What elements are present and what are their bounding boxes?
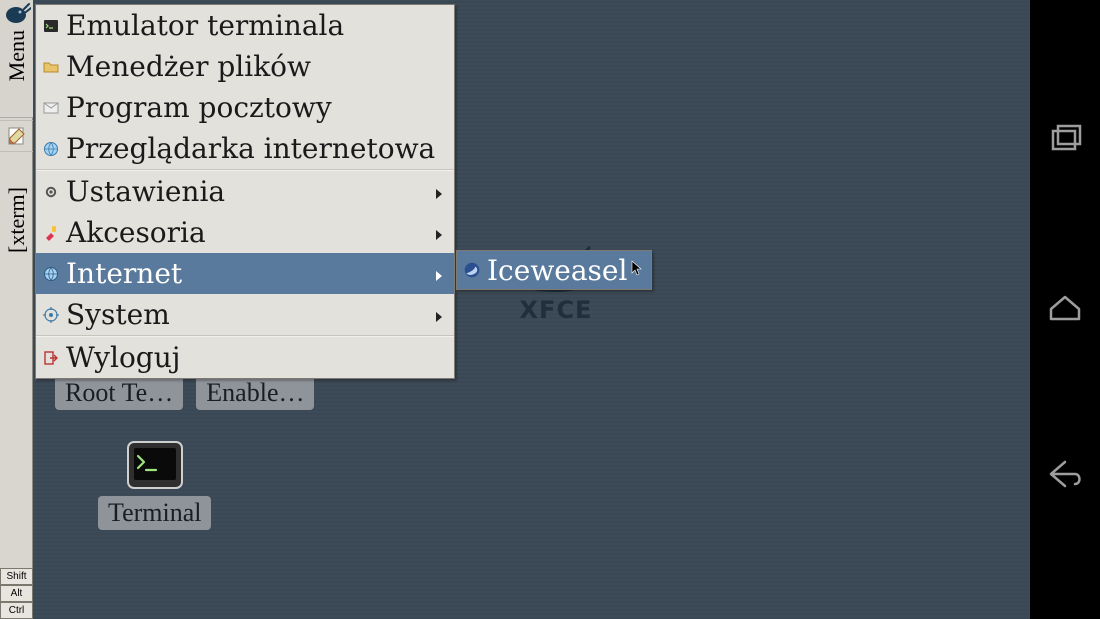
globe-icon <box>42 265 60 283</box>
shortcut-label: Enable… <box>196 375 314 410</box>
terminal-icon <box>42 17 60 35</box>
desktop-shortcut-terminal[interactable]: Terminal <box>98 440 211 530</box>
menu-item-terminal[interactable]: Emulator terminala <box>36 5 454 46</box>
menu-item-logout[interactable]: Wyloguj <box>36 337 454 378</box>
menu-item-browser[interactable]: Przeglądarka internetowa <box>36 128 454 169</box>
key-shift[interactable]: Shift <box>0 568 33 585</box>
xfce-mouse-icon <box>3 2 31 26</box>
terminal-icon <box>126 440 184 490</box>
chevron-right-icon <box>432 298 446 331</box>
logout-icon <box>42 349 60 367</box>
menu-item-settings[interactable]: Ustawienia <box>36 171 454 212</box>
menu-item-accessories[interactable]: Akcesoria <box>36 212 454 253</box>
shortcut-label: Terminal <box>98 496 211 530</box>
desktop-shortcut[interactable]: Root Te… <box>55 378 183 408</box>
menu-item-label: Ustawienia <box>66 175 225 208</box>
key-alt[interactable]: Alt <box>0 585 33 602</box>
home-button[interactable] <box>1045 287 1085 331</box>
recent-apps-button[interactable] <box>1045 121 1085 165</box>
menu-item-label: Przeglądarka internetowa <box>66 132 435 165</box>
cursor-icon <box>631 260 643 280</box>
iceweasel-icon <box>463 261 481 279</box>
globe-icon <box>42 140 60 158</box>
menu-label: Menu <box>4 30 30 81</box>
gear-icon <box>42 183 60 201</box>
system-icon <box>42 306 60 324</box>
menu-item-label: Wyloguj <box>66 341 180 374</box>
xterm-label: [xterm] <box>4 187 30 253</box>
mail-icon <box>42 99 60 117</box>
submenu-internet: Iceweasel <box>456 250 652 290</box>
back-button[interactable] <box>1045 454 1085 498</box>
left-panel: Menu [xterm] Shift Alt Ctrl <box>0 0 33 619</box>
submenu-item-label: Iceweasel <box>487 254 627 287</box>
chevron-right-icon <box>432 216 446 249</box>
notepad-icon <box>7 126 27 146</box>
desktop-shortcut[interactable]: Enable… <box>196 378 314 408</box>
menu-item-files[interactable]: Menedżer plików <box>36 46 454 87</box>
desktop-shortcut-row: Root Te… Enable… <box>55 378 322 408</box>
android-navbar <box>1030 0 1100 619</box>
taskbar-xterm[interactable]: [xterm] <box>0 160 33 280</box>
menu-button[interactable]: Menu <box>0 0 33 118</box>
keyboard-modifiers: Shift Alt Ctrl <box>0 568 33 619</box>
menu-item-label: Emulator terminala <box>66 9 344 42</box>
xfce-label: XFCE <box>520 296 593 324</box>
application-menu: Emulator terminala Menedżer plików Progr… <box>35 4 455 379</box>
submenu-item-iceweasel[interactable]: Iceweasel <box>457 251 651 289</box>
menu-item-label: Program pocztowy <box>66 91 332 124</box>
menu-item-label: System <box>66 298 170 331</box>
accessories-icon <box>42 224 60 242</box>
menu-item-mail[interactable]: Program pocztowy <box>36 87 454 128</box>
menu-item-system[interactable]: System <box>36 294 454 335</box>
menu-item-label: Internet <box>66 257 182 290</box>
chevron-right-icon <box>432 175 446 208</box>
menu-item-internet[interactable]: Internet <box>36 253 454 294</box>
panel-editor-slot[interactable] <box>0 120 33 152</box>
folder-icon <box>42 58 60 76</box>
chevron-right-icon <box>432 257 446 290</box>
menu-item-label: Menedżer plików <box>66 50 311 83</box>
key-ctrl[interactable]: Ctrl <box>0 602 33 619</box>
shortcut-label: Root Te… <box>55 375 183 410</box>
menu-item-label: Akcesoria <box>66 216 206 249</box>
